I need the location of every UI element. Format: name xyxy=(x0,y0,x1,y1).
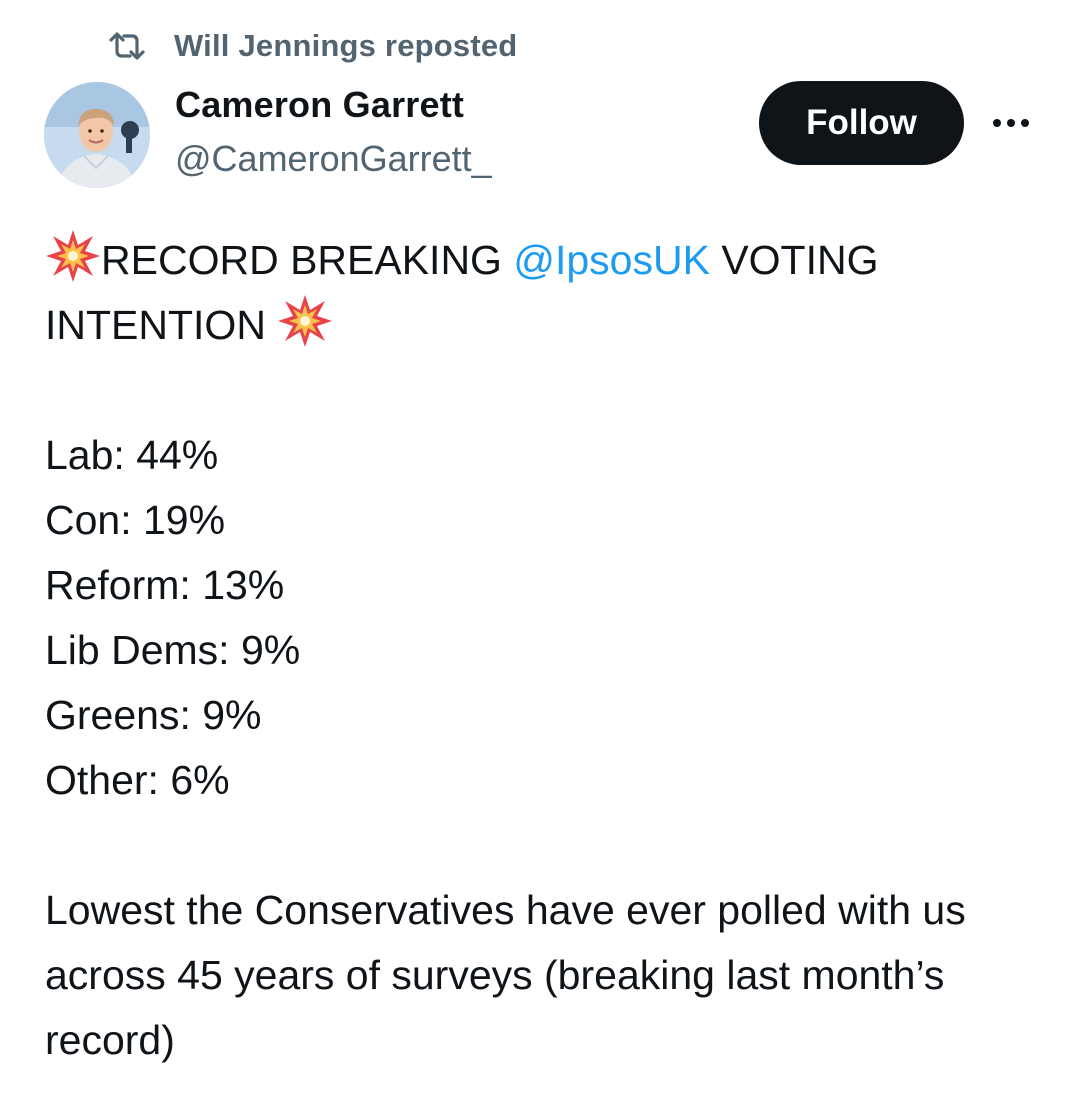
author-name[interactable]: Cameron Garrett xyxy=(175,84,464,126)
collision-emoji-icon-end xyxy=(277,293,333,349)
result-line: Lab: 44% xyxy=(45,432,219,478)
result-line: Reform: 13% xyxy=(45,562,285,608)
result-line: Con: 19% xyxy=(45,497,226,543)
headline-text-start: RECORD BREAKING xyxy=(101,237,514,283)
result-line: Other: 6% xyxy=(45,757,230,803)
collision-emoji-icon xyxy=(45,228,101,284)
repost-icon xyxy=(108,26,150,66)
repost-label[interactable]: Will Jennings reposted xyxy=(174,28,517,64)
result-line: Lib Dems: 9% xyxy=(45,627,301,673)
author-handle[interactable]: @CameronGarrett_ xyxy=(175,138,492,180)
more-options-icon[interactable] xyxy=(986,103,1036,143)
avatar[interactable] xyxy=(44,82,150,188)
repost-header[interactable]: Will Jennings reposted xyxy=(108,26,517,66)
mention-ipsosuk-link[interactable]: @IpsosUK xyxy=(513,237,710,283)
result-line: Greens: 9% xyxy=(45,692,262,738)
follow-button[interactable]: Follow xyxy=(759,81,964,165)
tweet-text: RECORD BREAKING @IpsosUK VOTING INTENTIO… xyxy=(45,228,1045,1073)
tweet-footer: Lowest the Conservatives have ever polle… xyxy=(45,887,966,1063)
tweet-headline: RECORD BREAKING @IpsosUK VOTING INTENTIO… xyxy=(45,228,1045,358)
